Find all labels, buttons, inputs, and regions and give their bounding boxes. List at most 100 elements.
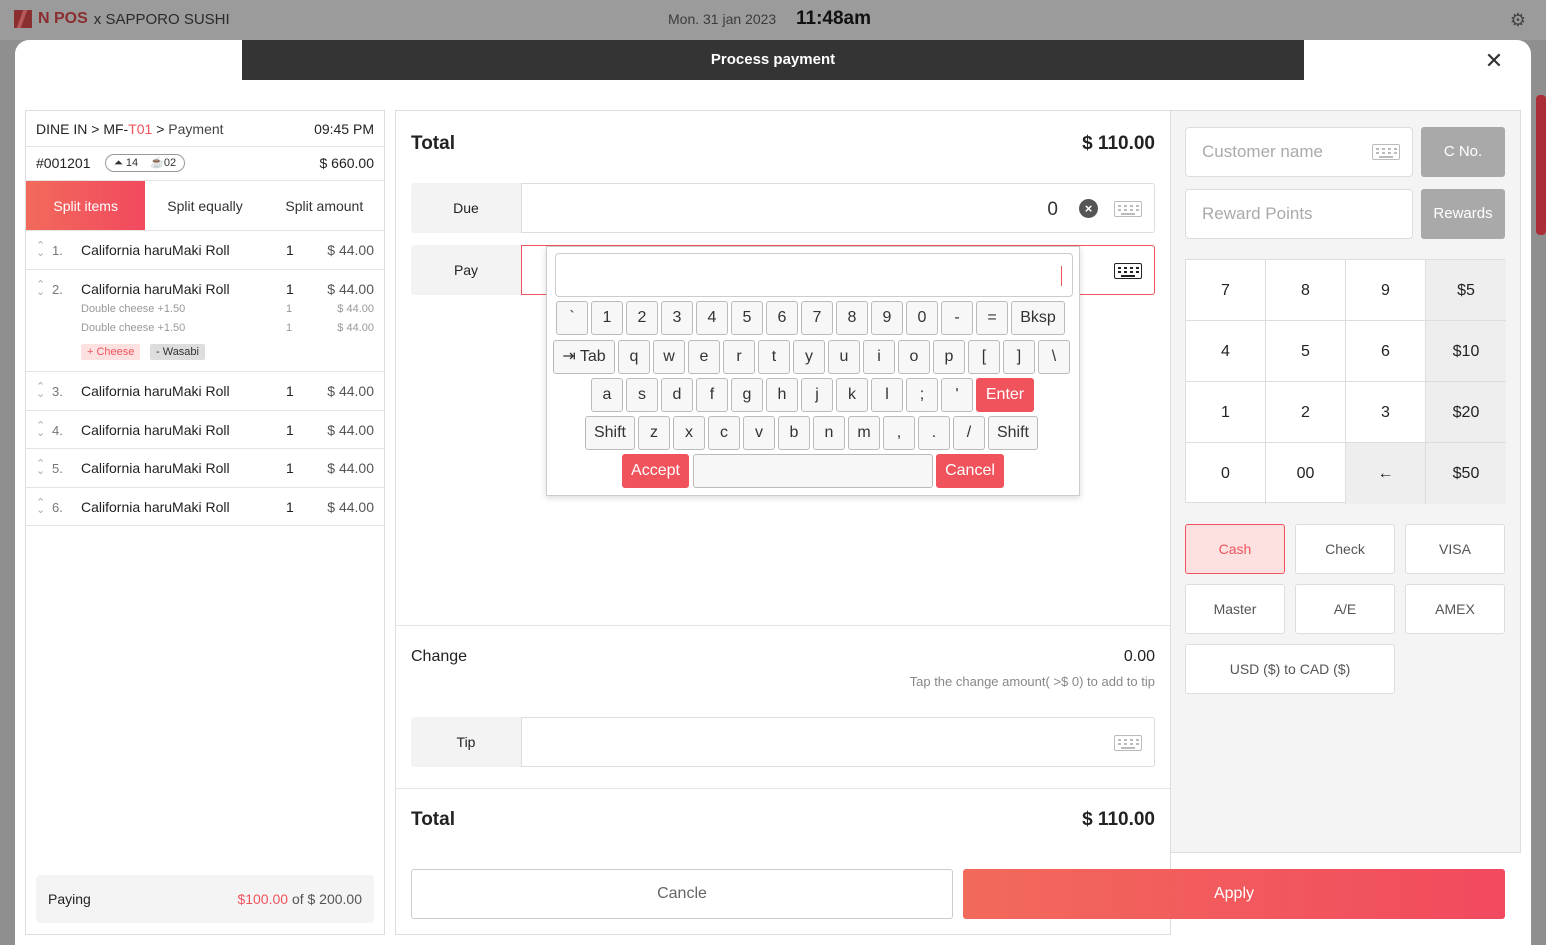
numpad-key[interactable]: $50 (1426, 443, 1506, 504)
numpad-key[interactable]: 3 (1346, 382, 1426, 443)
reward-points-input[interactable]: Reward Points (1185, 189, 1413, 239)
cancel-button[interactable]: Cancle (411, 869, 953, 919)
key-e[interactable]: e (688, 340, 720, 374)
key-symbol[interactable]: = (976, 301, 1008, 335)
numpad-key[interactable]: $20 (1426, 382, 1506, 443)
numpad-key[interactable]: 2 (1266, 382, 1346, 443)
list-item[interactable]: ⌃ ⌄ 1. California haruMaki Roll 1 $ 44.00 (26, 231, 384, 270)
key-6[interactable]: 6 (766, 301, 798, 335)
numpad-key[interactable]: 4 (1186, 321, 1266, 382)
due-field[interactable]: 0 × (521, 183, 1155, 233)
list-item[interactable]: ⌃ ⌄ 2. California haruMaki Roll 1 $ 44.00… (26, 270, 384, 372)
key-w[interactable]: w (653, 340, 685, 374)
tab-split-equally[interactable]: Split equally (145, 181, 264, 230)
reorder-icon[interactable]: ⌃ ⌄ (36, 459, 45, 477)
tab-split-amount[interactable]: Split amount (265, 181, 384, 230)
numpad-key[interactable]: 00 (1266, 443, 1346, 504)
payment-method-a-e[interactable]: A/E (1295, 584, 1395, 634)
keyboard-icon[interactable] (1372, 144, 1400, 160)
reorder-icon[interactable]: ⌃ ⌄ (36, 241, 45, 259)
breadcrumb-table[interactable]: T01 (128, 121, 152, 137)
key-f[interactable]: f (696, 378, 728, 412)
numpad-key[interactable]: 0 (1186, 443, 1266, 504)
key-h[interactable]: h (766, 378, 798, 412)
key-i[interactable]: i (863, 340, 895, 374)
key-k[interactable]: k (836, 378, 868, 412)
space-key[interactable] (693, 454, 933, 488)
reorder-icon[interactable]: ⌃ ⌄ (36, 498, 45, 516)
key-symbol[interactable]: / (953, 416, 985, 450)
list-item[interactable]: ⌃ ⌄ 5. California haruMaki Roll 1 $ 44.00 (26, 449, 384, 488)
keyboard-icon[interactable] (1114, 263, 1142, 279)
key-shift[interactable]: Shift (585, 416, 635, 450)
key-symbol[interactable]: - (941, 301, 973, 335)
key-l[interactable]: l (871, 378, 903, 412)
key-v[interactable]: v (743, 416, 775, 450)
key-7[interactable]: 7 (801, 301, 833, 335)
key-4[interactable]: 4 (696, 301, 728, 335)
gear-icon[interactable]: ⚙ (1508, 10, 1528, 30)
breadcrumb-table-prefix[interactable]: MF- (103, 121, 128, 137)
key-symbol[interactable]: , (883, 416, 915, 450)
scrollbar[interactable] (1536, 95, 1546, 235)
reorder-icon[interactable]: ⌃ ⌄ (36, 382, 45, 400)
key-u[interactable]: u (828, 340, 860, 374)
key-m[interactable]: m (848, 416, 880, 450)
numpad-key[interactable]: 6 (1346, 321, 1426, 382)
clear-icon[interactable]: × (1079, 199, 1098, 218)
apply-button[interactable]: Apply (963, 869, 1505, 919)
payment-method-amex[interactable]: AMEX (1405, 584, 1505, 634)
key-3[interactable]: 3 (661, 301, 693, 335)
key-bksp[interactable]: Bksp (1011, 301, 1065, 335)
keyboard-input[interactable] (555, 253, 1073, 297)
key-shift[interactable]: Shift (988, 416, 1038, 450)
numpad-key[interactable]: 5 (1266, 321, 1346, 382)
key-enter[interactable]: Enter (976, 378, 1034, 412)
accept-button[interactable]: Accept (622, 454, 689, 488)
payment-method-cash[interactable]: Cash (1185, 524, 1285, 574)
numpad-key[interactable]: 7 (1186, 260, 1266, 321)
payment-method-check[interactable]: Check (1295, 524, 1395, 574)
numpad-key[interactable]: 9 (1346, 260, 1426, 321)
payment-method-master[interactable]: Master (1185, 584, 1285, 634)
key-q[interactable]: q (618, 340, 650, 374)
key-8[interactable]: 8 (836, 301, 868, 335)
keyboard-icon[interactable] (1114, 735, 1142, 751)
customer-number-button[interactable]: C No. (1421, 127, 1505, 177)
reorder-icon[interactable]: ⌃ ⌄ (36, 421, 45, 439)
key-g[interactable]: g (731, 378, 763, 412)
key-1[interactable]: 1 (591, 301, 623, 335)
key-a[interactable]: a (591, 378, 623, 412)
key-b[interactable]: b (778, 416, 810, 450)
key-0[interactable]: 0 (906, 301, 938, 335)
tab-split-items[interactable]: Split items (26, 181, 146, 230)
list-item[interactable]: ⌃ ⌄ 3. California haruMaki Roll 1 $ 44.00 (26, 372, 384, 411)
breadcrumb-type[interactable]: DINE IN (36, 121, 87, 137)
key-j[interactable]: j (801, 378, 833, 412)
key-symbol[interactable]: [ (968, 340, 1000, 374)
list-item[interactable]: ⌃ ⌄ 6. California haruMaki Roll 1 $ 44.00 (26, 488, 384, 526)
keyboard-icon[interactable] (1114, 201, 1142, 217)
change-value[interactable]: 0.00 (1124, 648, 1155, 666)
numpad-key[interactable]: $5 (1426, 260, 1506, 321)
backspace-icon[interactable]: ← (1346, 443, 1426, 504)
key-r[interactable]: r (723, 340, 755, 374)
key-9[interactable]: 9 (871, 301, 903, 335)
payment-method-visa[interactable]: VISA (1405, 524, 1505, 574)
payment-method-usd-to-cad[interactable]: USD ($) to CAD ($) (1185, 644, 1395, 694)
key-2[interactable]: 2 (626, 301, 658, 335)
key-y[interactable]: y (793, 340, 825, 374)
key-s[interactable]: s (626, 378, 658, 412)
key-symbol[interactable]: ` (556, 301, 588, 335)
key-x[interactable]: x (673, 416, 705, 450)
key-z[interactable]: z (638, 416, 670, 450)
key-symbol[interactable]: . (918, 416, 950, 450)
key-5[interactable]: 5 (731, 301, 763, 335)
numpad-key[interactable]: 8 (1266, 260, 1346, 321)
key-tab[interactable]: ⇥ Tab (553, 340, 615, 374)
key-n[interactable]: n (813, 416, 845, 450)
rewards-button[interactable]: Rewards (1421, 189, 1505, 239)
reorder-icon[interactable]: ⌃ ⌄ (36, 280, 45, 298)
key-p[interactable]: p (933, 340, 965, 374)
key-symbol[interactable]: ; (906, 378, 938, 412)
